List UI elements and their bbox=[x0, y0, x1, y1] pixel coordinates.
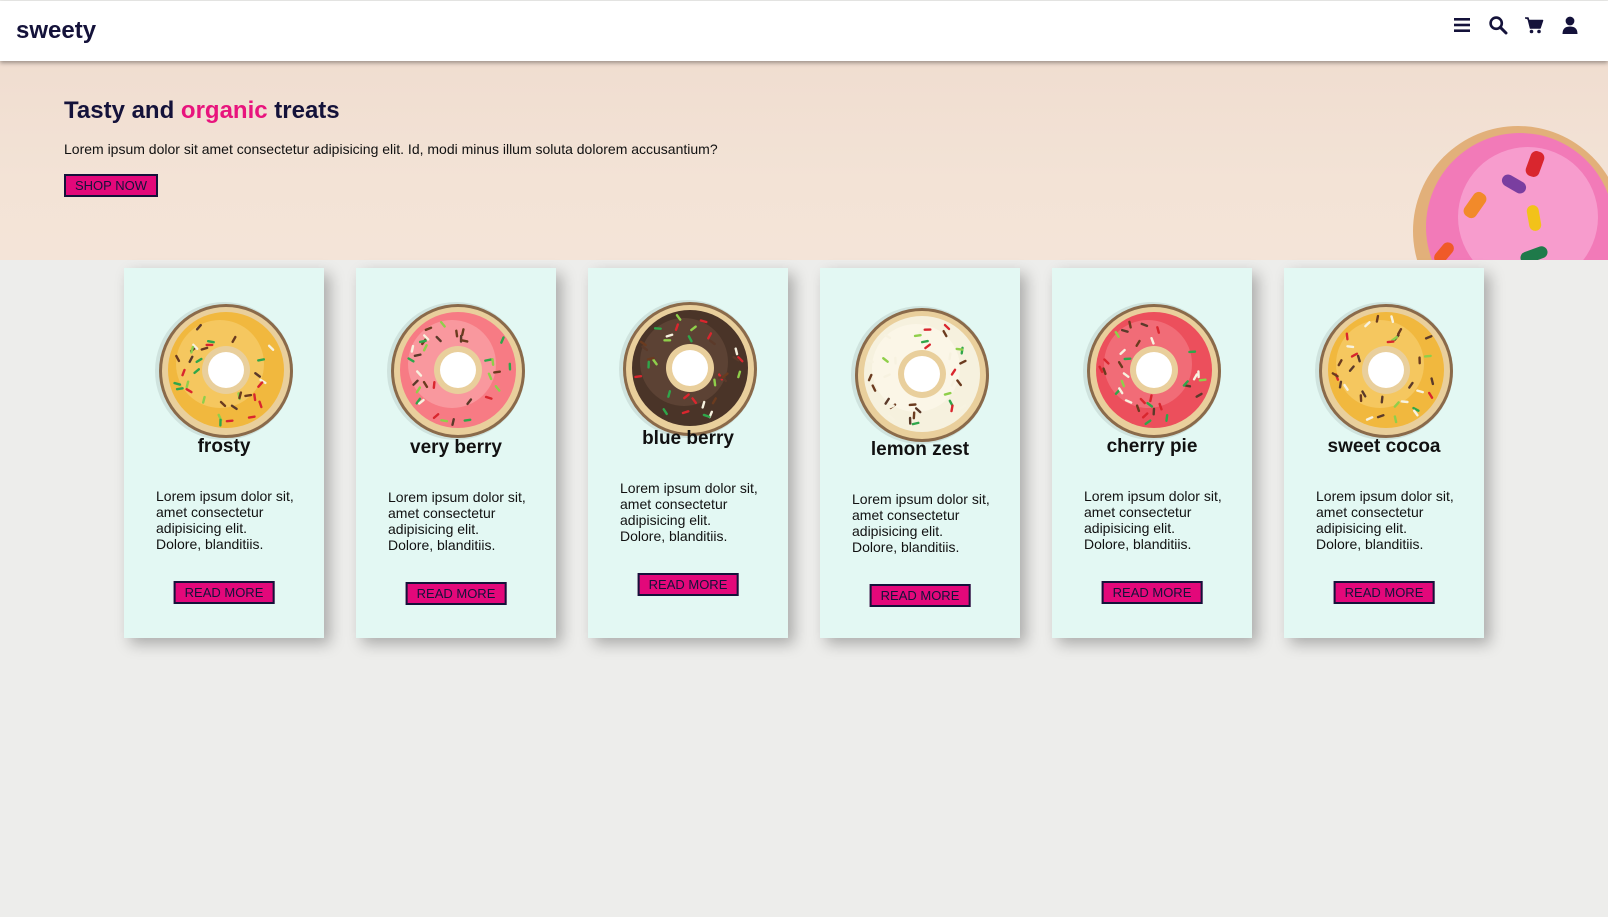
card-description: Lorem ipsum dolor sit, amet consectetur … bbox=[1084, 488, 1222, 552]
card-description: Lorem ipsum dolor sit, amet consectetur … bbox=[156, 488, 294, 552]
product-card: very berry Lorem ipsum dolor sit, amet co… bbox=[356, 268, 556, 638]
product-card: lemon zest Lorem ipsum dolor sit, amet co… bbox=[820, 268, 1020, 638]
hero-banner: Tasty and organic treats Lorem ipsum dol… bbox=[0, 61, 1608, 260]
card-description: Lorem ipsum dolor sit, amet consectetur … bbox=[620, 480, 758, 544]
card-title: very berry bbox=[410, 437, 502, 458]
card-description: Lorem ipsum dolor sit, amet consectetur … bbox=[1316, 488, 1454, 552]
cart-icon[interactable] bbox=[1524, 15, 1544, 35]
top-navbar: sweety bbox=[0, 1, 1608, 61]
card-title: lemon zest bbox=[870, 439, 970, 460]
product-card: frosty Lorem ipsum dolor sit, amet consec… bbox=[124, 268, 324, 638]
shop-now-button[interactable]: SHOP NOW bbox=[64, 174, 158, 197]
read-more-button[interactable]: READ MORE bbox=[637, 573, 739, 596]
card-title: sweet cocoa bbox=[1327, 436, 1441, 457]
donut-image bbox=[820, 304, 1020, 446]
donut-image bbox=[1052, 300, 1252, 442]
brand-logo[interactable]: sweety bbox=[16, 17, 96, 45]
donut-image bbox=[1284, 300, 1484, 442]
menu-icon[interactable] bbox=[1452, 15, 1472, 35]
nav-icons bbox=[1452, 15, 1580, 35]
product-card: blue berry Lorem ipsum dolor sit, amet co… bbox=[588, 268, 788, 638]
card-description: Lorem ipsum dolor sit, amet consectetur … bbox=[388, 489, 526, 553]
read-more-button[interactable]: READ MORE bbox=[1101, 581, 1203, 604]
read-more-button[interactable]: READ MORE bbox=[1333, 581, 1435, 604]
card-title: blue berry bbox=[642, 428, 734, 449]
hero-description: Lorem ipsum dolor sit amet consectetur a… bbox=[64, 141, 718, 157]
product-card: cherry pie Lorem ipsum dolor sit, amet co… bbox=[1052, 268, 1252, 638]
search-icon[interactable] bbox=[1488, 15, 1508, 35]
user-icon[interactable] bbox=[1560, 15, 1580, 35]
donut-image bbox=[588, 298, 788, 440]
product-cards: frosty Lorem ipsum dolor sit, amet consec… bbox=[124, 268, 1484, 638]
card-title: cherry pie bbox=[1106, 436, 1198, 457]
card-title: frosty bbox=[197, 436, 251, 457]
hero-donut-image bbox=[1413, 126, 1608, 260]
read-more-button[interactable]: READ MORE bbox=[173, 581, 275, 604]
read-more-button[interactable]: READ MORE bbox=[405, 582, 507, 605]
donut-image bbox=[124, 300, 324, 442]
hero-title-accent: organic bbox=[180, 97, 268, 124]
donut-image bbox=[356, 300, 556, 442]
card-description: Lorem ipsum dolor sit, amet consectetur … bbox=[852, 491, 990, 555]
hero-title: Tasty and organic treats bbox=[64, 97, 340, 124]
read-more-button[interactable]: READ MORE bbox=[869, 584, 971, 607]
product-card: sweet cocoa Lorem ipsum dolor sit, amet c… bbox=[1284, 268, 1484, 638]
